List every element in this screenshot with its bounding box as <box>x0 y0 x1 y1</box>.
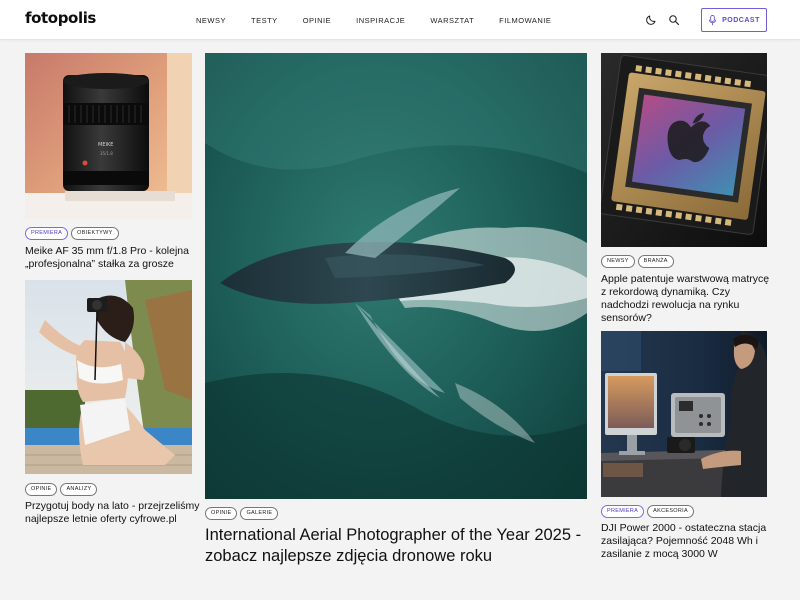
tag-obiektywy[interactable]: OBIEKTYWY <box>71 227 119 240</box>
title-line: Apple patentuje warstwową matrycę <box>601 273 770 285</box>
tag-opinie[interactable]: OPINIE <box>205 507 238 520</box>
woman-article-image[interactable] <box>25 280 192 474</box>
nav-opinie[interactable]: OPINIE <box>303 16 331 25</box>
lens-model-text: 35/1.8 <box>100 151 113 156</box>
tag-galerie[interactable]: GALERIE <box>240 507 279 520</box>
nav-inspiracje[interactable]: INSPIRACJE <box>356 16 405 25</box>
woman-article-title[interactable]: Przygotuj body na lato - przejrzeliśmy n… <box>25 500 200 526</box>
site-header: fotopolis NEWSY TESTY OPINIE INSPIRACJE … <box>0 0 800 40</box>
title-line: Przygotuj body na lato - przejrzeliśmy <box>25 500 200 512</box>
chip-article-image[interactable] <box>601 53 767 247</box>
lens-tags: PREMIERA OBIEKTYWY <box>25 227 119 240</box>
power-article-title[interactable]: DJI Power 2000 - ostateczna stacja zasil… <box>601 522 781 561</box>
title-line: zasilająca? Pojemność 2048 Wh i <box>601 535 758 547</box>
microphone-icon <box>709 14 717 25</box>
tag-opinie[interactable]: OPINIE <box>25 483 58 496</box>
title-line: zobacz najlepsze zdjęcia dronowe roku <box>205 547 493 565</box>
woman-tags: OPINIE ANALIZY <box>25 483 98 496</box>
title-line: DJI Power 2000 - ostateczna stacja <box>601 522 767 534</box>
moon-icon[interactable] <box>643 12 659 28</box>
site-logo[interactable]: fotopolis <box>25 9 96 27</box>
whale-article-title[interactable]: International Aerial Photographer of the… <box>205 525 595 567</box>
tag-branza[interactable]: BRANŻA <box>637 255 674 268</box>
tag-premiera[interactable]: PREMIERA <box>25 227 69 240</box>
title-line: zasilanie z mocą 3000 W <box>601 548 718 560</box>
power-station-article-image[interactable] <box>601 331 767 497</box>
title-line: International Aerial Photographer of the… <box>205 526 582 544</box>
nav-warsztat[interactable]: WARSZTAT <box>430 16 474 25</box>
nav-filmowanie[interactable]: FILMOWANIE <box>499 16 551 25</box>
power-tags: PREMIERA AKCESORIA <box>601 505 694 518</box>
whale-tags: OPINIE GALERIE <box>205 507 279 520</box>
podcast-button[interactable]: PODCAST <box>701 8 767 32</box>
title-line: najlepsze letnie oferty cyfrowe.pl <box>25 513 177 525</box>
whale-article-image[interactable] <box>205 53 587 499</box>
tag-analizy[interactable]: ANALIZY <box>60 483 98 496</box>
lens-article-image[interactable]: MEIKE 35/1.8 <box>25 53 192 219</box>
chip-article-title[interactable]: Apple patentuje warstwową matrycę z reko… <box>601 273 776 325</box>
nav-newsy[interactable]: NEWSY <box>196 16 226 25</box>
chip-tags: NEWSY BRANŻA <box>601 255 674 268</box>
title-line: „profesjonalna” stałka za grosze <box>25 258 174 270</box>
search-icon[interactable] <box>666 12 682 28</box>
main-nav: NEWSY TESTY OPINIE INSPIRACJE WARSZTAT F… <box>196 0 576 40</box>
nav-testy[interactable]: TESTY <box>251 16 278 25</box>
lens-article-title[interactable]: Meike AF 35 mm f/1.8 Pro - kolejna „prof… <box>25 245 195 271</box>
lens-brand-text: MEIKE <box>98 142 113 148</box>
tag-premiera[interactable]: PREMIERA <box>601 505 645 518</box>
title-line: Meike AF 35 mm f/1.8 Pro - kolejna <box>25 245 189 257</box>
tag-akcesoria[interactable]: AKCESORIA <box>647 505 694 518</box>
title-line: sensorów? <box>601 312 652 324</box>
tag-newsy[interactable]: NEWSY <box>601 255 635 268</box>
podcast-label: PODCAST <box>722 16 760 24</box>
title-line: nadchodzi rewolucja na rynku <box>601 299 740 311</box>
title-line: z rekordową dynamiką. Czy <box>601 286 730 298</box>
